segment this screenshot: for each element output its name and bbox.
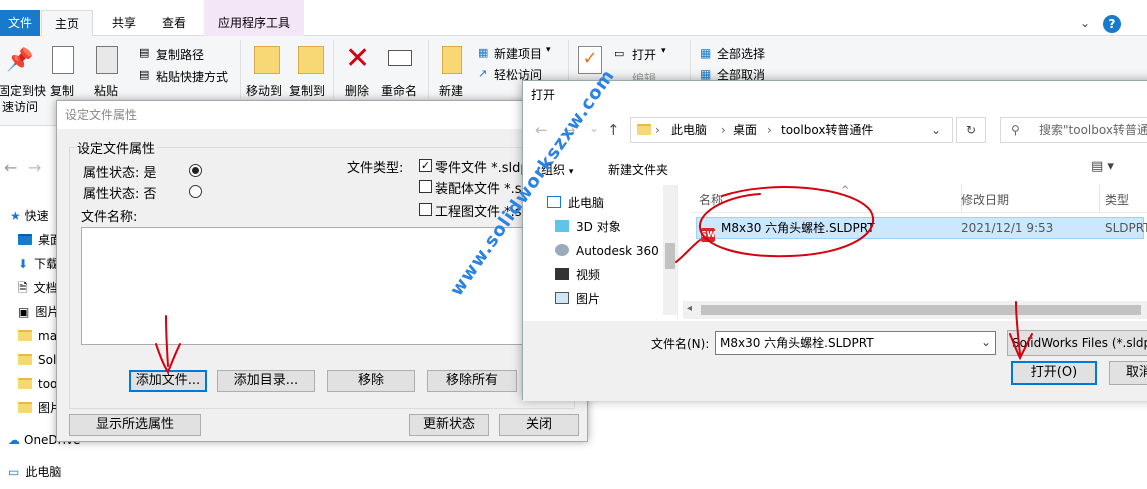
red-annotations <box>155 186 1033 375</box>
open-button-arrow <box>1009 301 1033 361</box>
file-circle-annotation <box>675 186 875 263</box>
add-file-arrow <box>155 315 181 375</box>
annotation-overlay <box>155 186 1033 375</box>
